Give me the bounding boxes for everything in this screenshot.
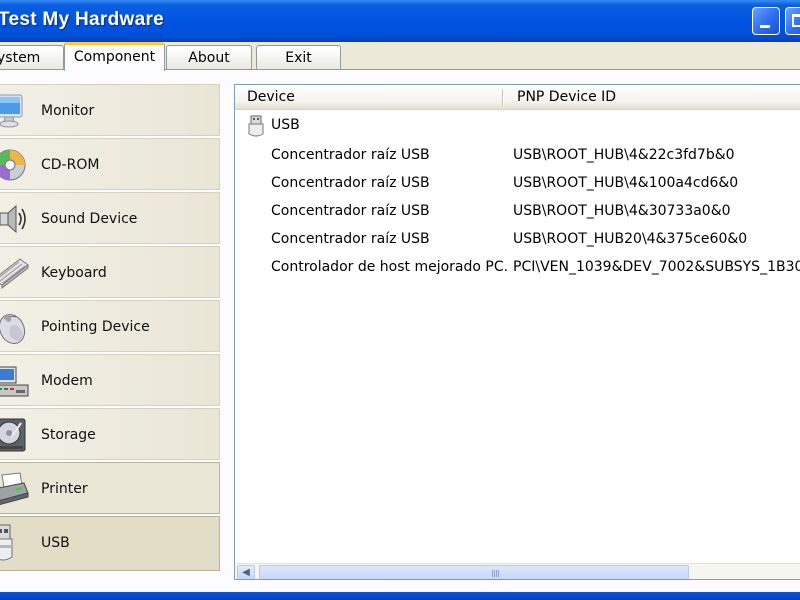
horizontal-scrollbar[interactable]: ◀	[235, 563, 800, 579]
component-panel: Monitor CD-ROM Sound Device Keyboard Poi…	[0, 70, 800, 592]
tab-component[interactable]: Component	[64, 42, 165, 71]
window-bottom-border	[0, 592, 800, 600]
column-separator[interactable]	[502, 89, 504, 106]
device-name-cell: Concentrador raíz USB	[271, 203, 430, 219]
sidebar-item-label: CD-ROM	[41, 157, 100, 173]
sidebar-item-pointing-device[interactable]: Pointing Device	[0, 300, 220, 352]
usb-icon	[248, 115, 264, 137]
tab-strip: ystem Component About Exit	[0, 42, 800, 71]
sidebar-item-label: Modem	[41, 373, 93, 389]
device-name-cell: Concentrador raíz USB	[271, 231, 430, 247]
usb-icon	[0, 524, 13, 561]
sidebar-item-label: Storage	[41, 427, 96, 443]
list-header: Device PNP Device ID	[235, 85, 800, 110]
window-title: Test My Hardware	[0, 9, 165, 30]
device-name-cell: Concentrador raíz USB	[271, 147, 430, 163]
scroll-left-button[interactable]: ◀	[237, 565, 255, 579]
sidebar-item-label: Monitor	[41, 103, 95, 119]
pnp-id-cell: USB\ROOT_HUB20\4&375ce60&0	[513, 231, 748, 247]
sidebar-item-label: Keyboard	[41, 265, 107, 281]
maximize-icon	[792, 14, 800, 27]
sidebar-item-label: Printer	[41, 481, 88, 497]
table-row[interactable]: Concentrador raíz USB USB\ROOT_HUB20\4&3…	[235, 225, 800, 253]
device-name-cell: Concentrador raíz USB	[271, 175, 430, 191]
pnp-id-cell: USB\ROOT_HUB\4&22c3fd7b&0	[513, 147, 735, 163]
table-row[interactable]: Concentrador raíz USB USB\ROOT_HUB\4&22c…	[235, 141, 800, 169]
sidebar-item-modem[interactable]: Modem	[0, 354, 220, 406]
sidebar-item-printer[interactable]: Printer	[0, 462, 220, 514]
printer-icon	[0, 472, 29, 505]
sidebar-item-cd-rom[interactable]: CD-ROM	[0, 138, 220, 190]
tab-system[interactable]: ystem	[0, 45, 64, 70]
group-label: USB	[271, 117, 300, 133]
monitor-icon	[0, 94, 23, 128]
speaker-icon	[0, 204, 26, 234]
sidebar-item-storage[interactable]: Storage	[0, 408, 220, 460]
title-bar[interactable]: Test My Hardware	[0, 0, 800, 42]
table-row[interactable]: Controlador de host mejorado PC... PCI\V…	[235, 253, 800, 281]
scroll-thumb[interactable]	[259, 565, 689, 579]
minimize-button[interactable]	[752, 7, 780, 35]
sidebar-item-label: Sound Device	[41, 211, 138, 227]
table-row[interactable]: Concentrador raíz USB USB\ROOT_HUB\4&307…	[235, 197, 800, 225]
sidebar-item-keyboard[interactable]: Keyboard	[0, 246, 220, 298]
keyboard-icon	[0, 258, 29, 290]
tab-about[interactable]: About	[166, 45, 252, 70]
cd-rom-icon	[0, 149, 26, 181]
pnp-id-cell: USB\ROOT_HUB\4&30733a0&0	[513, 203, 731, 219]
grip-icon	[492, 570, 500, 577]
pnp-id-cell: PCI\VEN_1039&DEV_7002&SUBSYS_1B3015	[513, 259, 800, 275]
sidebar-item-usb[interactable]: USB	[0, 516, 220, 571]
minimize-icon	[760, 25, 770, 28]
column-header-device[interactable]: Device	[247, 85, 295, 109]
column-header-pnp-device-id[interactable]: PNP Device ID	[517, 85, 616, 109]
sidebar-item-label: Pointing Device	[41, 319, 150, 335]
device-list-view[interactable]: Device PNP Device ID USB Concentrador ra…	[234, 84, 800, 580]
modem-icon	[0, 366, 29, 397]
table-row[interactable]: Concentrador raíz USB USB\ROOT_HUB\4&100…	[235, 169, 800, 197]
hard-disk-icon	[0, 418, 26, 452]
sidebar-item-monitor[interactable]: Monitor	[0, 84, 220, 136]
sidebar-item-sound-device[interactable]: Sound Device	[0, 192, 220, 244]
maximize-button[interactable]	[785, 7, 800, 35]
component-sidebar: Monitor CD-ROM Sound Device Keyboard Poi…	[0, 84, 223, 574]
sidebar-item-label: USB	[41, 535, 70, 551]
device-name-cell: Controlador de host mejorado PC...	[271, 259, 507, 275]
tab-exit[interactable]: Exit	[256, 45, 341, 70]
pnp-id-cell: USB\ROOT_HUB\4&100a4cd6&0	[513, 175, 739, 191]
mouse-icon	[0, 313, 26, 345]
